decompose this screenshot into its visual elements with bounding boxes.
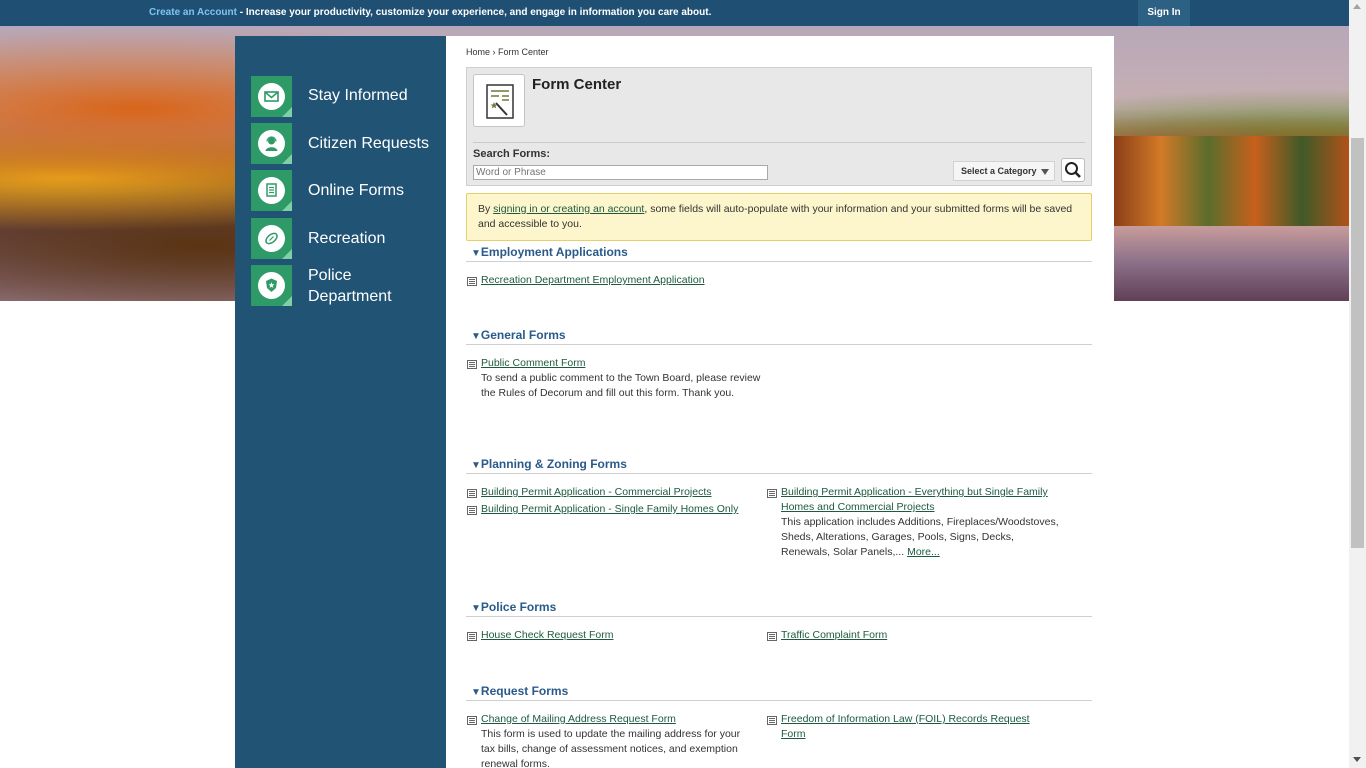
person-headset-icon — [251, 123, 292, 164]
form-icon — [767, 716, 777, 725]
search-input[interactable] — [473, 165, 768, 180]
sidebar-label-line2: Department — [308, 288, 392, 305]
search-icon — [1065, 162, 1081, 178]
form-link[interactable]: Freedom of Information Law (FOIL) Record… — [781, 712, 1051, 742]
form-description: This form is used to update the mailing … — [481, 728, 741, 768]
breadcrumb-home-link[interactable]: Home — [466, 47, 490, 57]
document-icon — [251, 170, 292, 211]
form-description: This application includes Additions, Fir… — [781, 515, 1061, 560]
category-select[interactable]: Select a Category — [953, 161, 1055, 181]
section-title: Request Forms — [480, 684, 569, 698]
sidebar-item-label: Stay Informed — [308, 87, 408, 104]
top-bar: Create an Account - Increase your produc… — [0, 0, 1366, 26]
sidebar-label-line1: Police — [308, 267, 352, 284]
collapse-triangle-icon: ▼ — [471, 331, 481, 342]
scrollbar[interactable] — [1349, 0, 1366, 768]
form-link[interactable]: Recreation Department Employment Applica… — [481, 273, 705, 288]
scroll-up-arrow-icon[interactable] — [1353, 4, 1361, 9]
form-link[interactable]: Building Permit Application - Commercial… — [481, 485, 712, 500]
collapse-triangle-icon: ▼ — [471, 248, 481, 259]
form-icon — [467, 277, 477, 286]
form-link[interactable]: Building Permit Application - Everything… — [781, 485, 1066, 515]
account-message-text: - Increase your productivity, customize … — [236, 7, 712, 18]
section-request-forms[interactable]: ▼Request Forms — [466, 684, 1092, 701]
sidebar-item-label: Online Forms — [308, 182, 405, 199]
form-icon — [767, 632, 777, 641]
search-label: Search Forms: — [473, 148, 551, 160]
hero-trees — [1114, 136, 1349, 226]
section-title: Employment Applications — [480, 245, 628, 259]
sign-in-notice: By signing in or creating an account, so… — [466, 193, 1092, 241]
sign-in-button[interactable]: Sign In — [1138, 0, 1190, 26]
form-icon — [467, 360, 477, 369]
breadcrumb-current: Form Center — [498, 47, 549, 57]
notice-sign-in-link[interactable]: signing in or creating an account — [493, 203, 644, 215]
form-icon — [467, 506, 477, 515]
chevron-down-icon — [1041, 169, 1049, 175]
envelope-icon — [251, 76, 292, 117]
section-employment-applications[interactable]: ▼Employment Applications — [466, 245, 1092, 262]
form-description: To send a public comment to the Town Boa… — [481, 372, 761, 399]
section-police-forms[interactable]: ▼Police Forms — [466, 600, 1092, 617]
category-select-label: Select a Category — [961, 166, 1037, 176]
sidebar-item-recreation[interactable]: Recreation — [251, 218, 441, 262]
football-icon — [251, 218, 292, 259]
sidebar-item-label: Citizen Requests — [308, 135, 429, 152]
form-icon — [467, 716, 477, 725]
form-link[interactable]: Building Permit Application - Single Fam… — [481, 502, 738, 517]
form-center-header: Form Center Search Forms: Select a Categ… — [466, 67, 1092, 186]
sidebar-item-citizen-requests[interactable]: Citizen Requests — [251, 123, 441, 167]
section-general-forms[interactable]: ▼General Forms — [466, 328, 1092, 345]
search-button[interactable] — [1061, 158, 1085, 182]
form-icon — [467, 632, 477, 641]
section-title: Planning & Zoning Forms — [480, 457, 627, 471]
collapse-triangle-icon: ▼ — [471, 460, 481, 471]
main-content: Home › Form Center Form Center Search Fo… — [446, 36, 1114, 768]
form-link[interactable]: Traffic Complaint Form — [781, 628, 887, 643]
sidebar: Stay Informed Citizen Requests Online Fo… — [235, 36, 446, 768]
form-link[interactable]: Public Comment Form — [481, 356, 585, 371]
create-account-link[interactable]: Create an Account — [149, 7, 237, 18]
form-icon — [467, 489, 477, 498]
form-icon — [767, 489, 777, 498]
scroll-down-arrow-icon[interactable] — [1353, 757, 1361, 762]
sidebar-item-online-forms[interactable]: Online Forms — [251, 170, 441, 214]
section-title: Police Forms — [480, 600, 557, 614]
section-title: General Forms — [480, 328, 566, 342]
sidebar-item-stay-informed[interactable]: Stay Informed — [251, 76, 441, 120]
account-message: Create an Account - Increase your produc… — [149, 7, 711, 18]
page-title: Form Center — [532, 76, 622, 93]
form-center-icon — [473, 74, 525, 127]
more-link[interactable]: More... — [907, 546, 940, 558]
sidebar-item-label: Recreation — [308, 230, 386, 247]
scrollbar-thumb[interactable] — [1351, 138, 1364, 548]
notice-prefix: By — [478, 203, 494, 215]
police-badge-icon — [251, 265, 292, 306]
section-planning-zoning-forms[interactable]: ▼Planning & Zoning Forms — [466, 457, 1092, 474]
header-divider — [473, 142, 1085, 143]
form-link[interactable]: House Check Request Form — [481, 628, 613, 643]
sidebar-item-label: Police Department — [308, 265, 392, 307]
collapse-triangle-icon: ▼ — [471, 687, 481, 698]
breadcrumb-separator: › — [492, 47, 496, 57]
hero-lake — [1114, 226, 1349, 301]
sidebar-item-police-department[interactable]: Police Department — [251, 265, 441, 309]
breadcrumb: Home › Form Center — [466, 47, 549, 57]
form-link[interactable]: Change of Mailing Address Request Form — [481, 712, 676, 727]
collapse-triangle-icon: ▼ — [471, 603, 481, 614]
